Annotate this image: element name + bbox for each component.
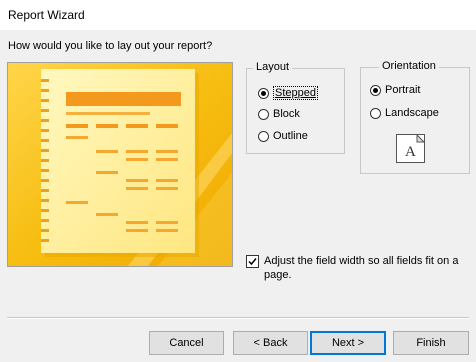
radio-indicator[interactable] xyxy=(258,87,269,99)
checkmark-icon xyxy=(248,258,257,266)
report-preview-illustration xyxy=(8,63,232,266)
layout-outline-label[interactable]: Outline xyxy=(273,130,308,142)
title-bar: Report Wizard xyxy=(0,0,476,30)
back-button[interactable]: < Back xyxy=(233,331,308,355)
layout-preview-image xyxy=(7,62,233,267)
radio-indicator[interactable] xyxy=(370,84,381,96)
layout-legend: Layout xyxy=(253,61,293,73)
layout-block-label[interactable]: Block xyxy=(273,108,300,120)
adjust-width-checkbox[interactable]: Adjust the field width so all fields fit… xyxy=(246,254,466,282)
portrait-page-icon: A xyxy=(396,134,425,163)
orientation-landscape-radio[interactable]: Landscape xyxy=(370,107,439,119)
orientation-portrait-radio[interactable]: Portrait xyxy=(370,84,420,96)
window-title: Report Wizard xyxy=(8,8,85,22)
next-button[interactable]: Next > xyxy=(310,331,386,355)
layout-stepped-label[interactable]: Stepped xyxy=(273,86,318,100)
orientation-legend: Orientation xyxy=(379,60,439,72)
finish-button[interactable]: Finish xyxy=(393,331,469,355)
layout-block-radio[interactable]: Block xyxy=(258,108,300,120)
layout-stepped-radio[interactable]: Stepped xyxy=(258,86,318,100)
adjust-width-label[interactable]: Adjust the field width so all fields fit… xyxy=(264,254,466,282)
layout-outline-radio[interactable]: Outline xyxy=(258,130,308,142)
radio-indicator[interactable] xyxy=(258,108,269,120)
checkbox-box[interactable] xyxy=(246,255,259,268)
button-divider xyxy=(7,317,469,319)
orientation-landscape-label[interactable]: Landscape xyxy=(385,107,439,119)
radio-indicator[interactable] xyxy=(370,107,381,119)
radio-indicator[interactable] xyxy=(258,130,269,142)
orientation-portrait-label[interactable]: Portrait xyxy=(385,84,420,96)
cancel-button[interactable]: Cancel xyxy=(149,331,224,355)
portrait-icon-letter: A xyxy=(405,144,416,160)
wizard-question: How would you like to lay out your repor… xyxy=(8,40,213,52)
